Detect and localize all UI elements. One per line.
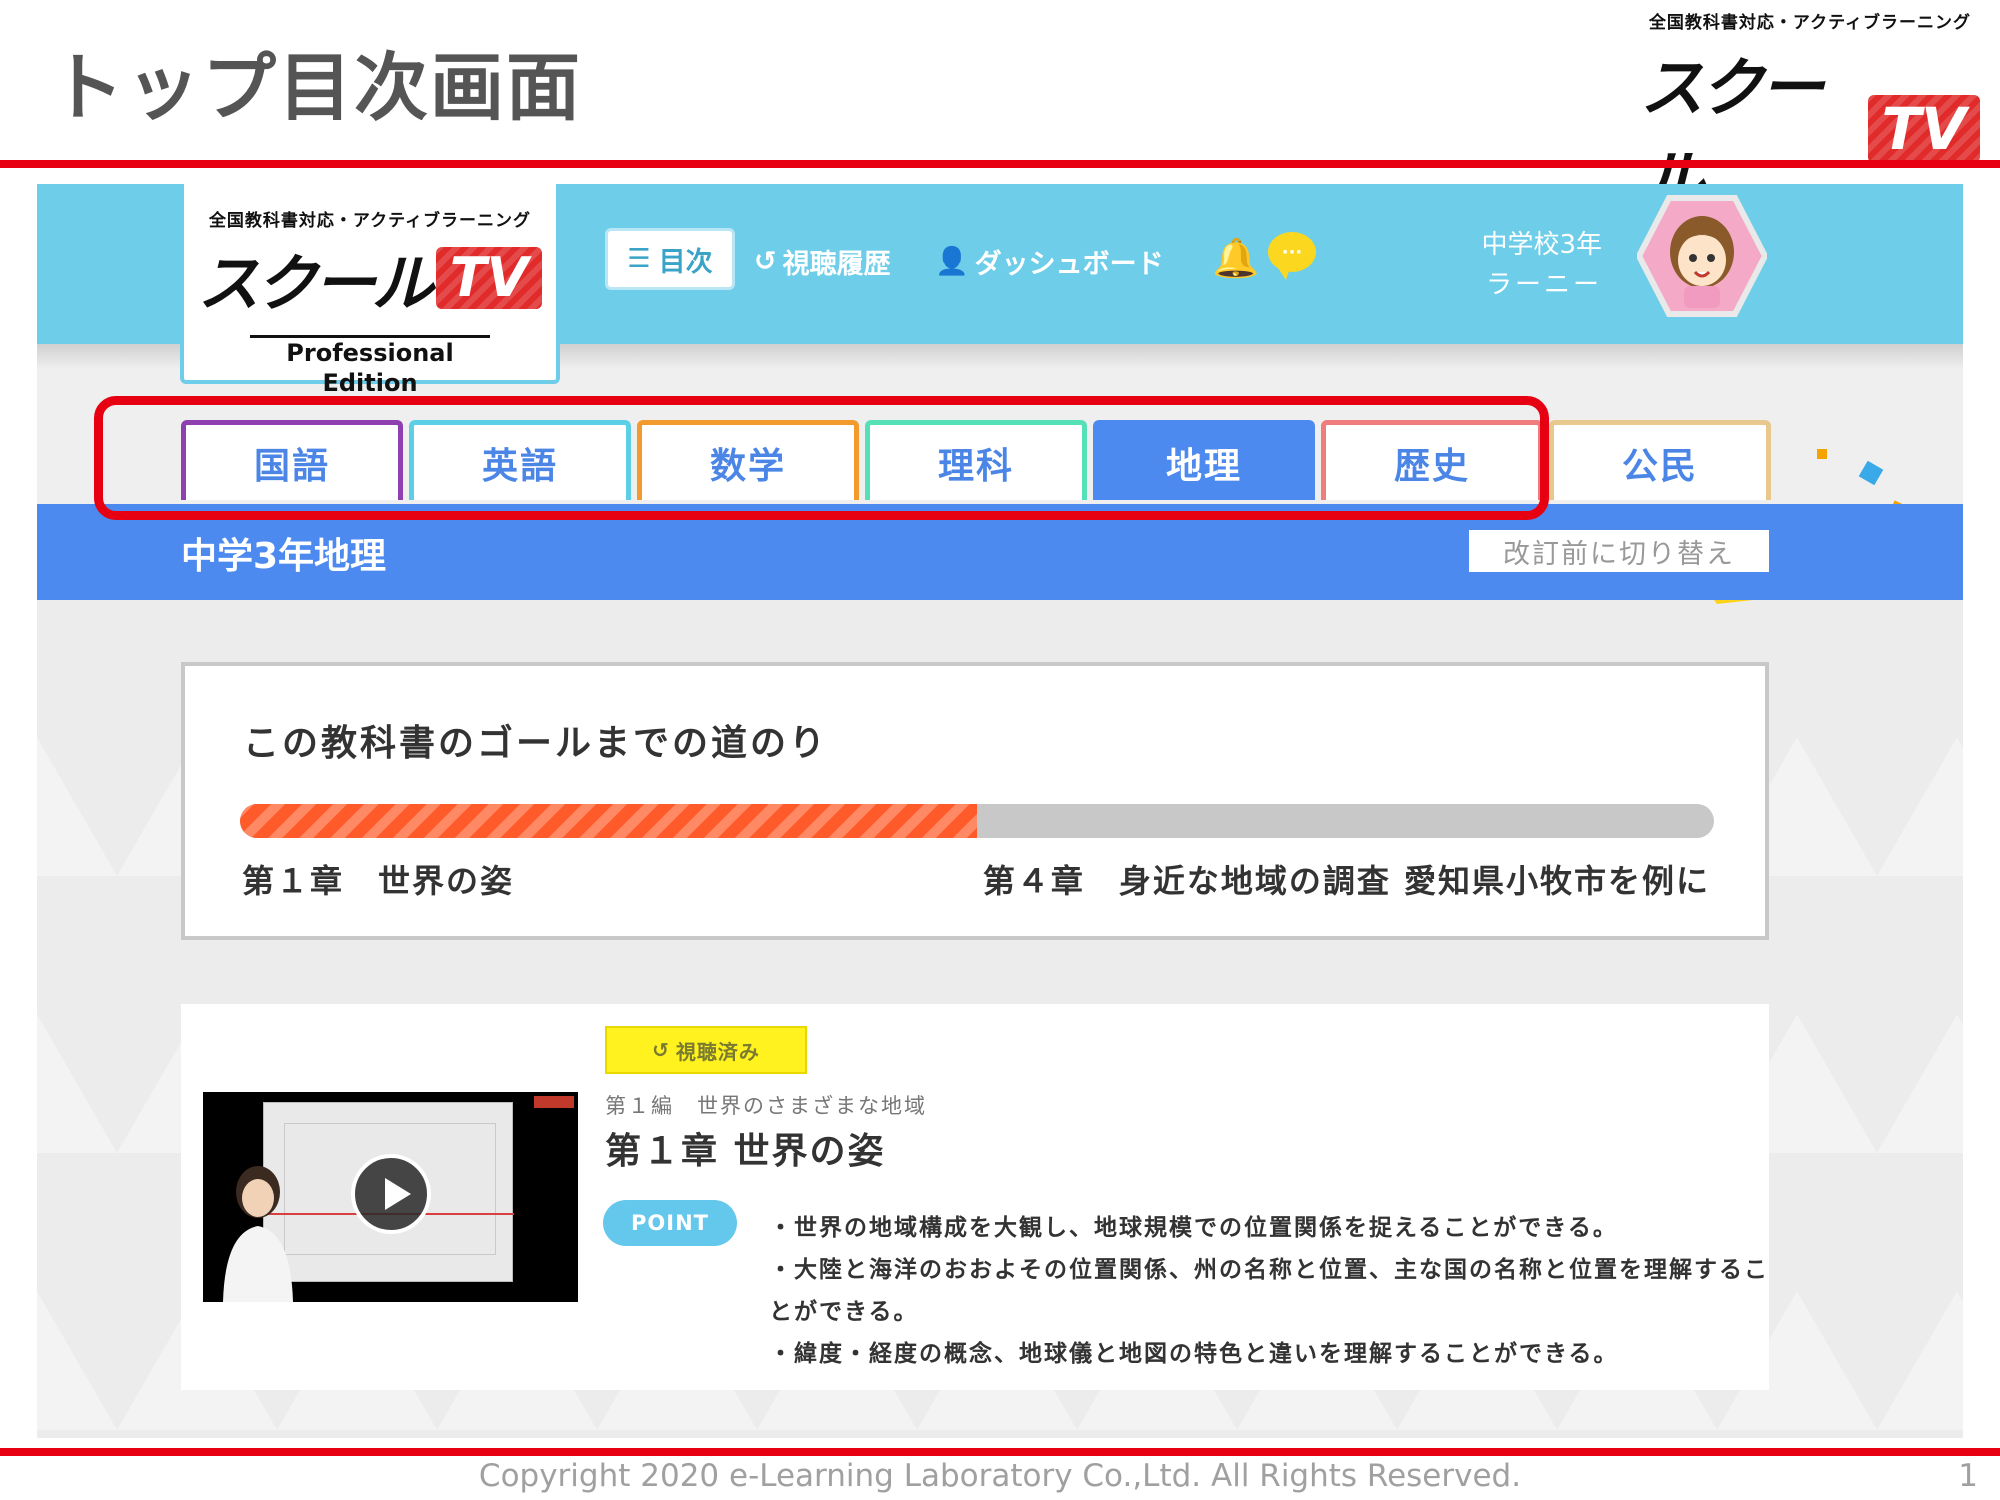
app-screenshot: 全国教科書対応・アクティブラーニング スクール TV Professional …: [37, 184, 1963, 1438]
app-logo[interactable]: 全国教科書対応・アクティブラーニング スクール TV Professional …: [180, 184, 560, 397]
watched-label: 視聴済み: [675, 1039, 760, 1064]
header-divider: [0, 160, 2000, 168]
copyright-text: Copyright 2020 e-Learning Laboratory Co.…: [478, 1458, 1522, 1494]
goal-progress-fill: [240, 804, 977, 838]
user-icon: 👤: [935, 246, 969, 277]
user-grade: 中学校3年: [1481, 230, 1602, 260]
nav-dashboard-label: ダッシュボード: [974, 248, 1164, 280]
point-line: ・緯度・経度の概念、地球儀と地図の特色と違いを理解することができる。: [769, 1341, 1619, 1367]
goal-card: この教科書のゴールまでの道のり 第１章 世界の姿 第４章 身近な地域の調査 愛知…: [181, 662, 1769, 940]
chat-icon[interactable]: ···: [1268, 232, 1316, 280]
avatar[interactable]: [1637, 194, 1767, 318]
play-icon[interactable]: [351, 1154, 431, 1234]
watched-badge: ↺ 視聴済み: [605, 1026, 807, 1074]
app-logo-tagline: 全国教科書対応・アクティブラーニング: [208, 211, 532, 231]
nav-toc-button[interactable]: ☰ 目次: [605, 228, 735, 290]
point-line: ・世界の地域構成を大観し、地球規模での位置関係を捉えることができる。: [769, 1215, 1618, 1241]
page-number: 1: [1958, 1458, 1978, 1494]
lesson-video-thumbnail[interactable]: [203, 1092, 578, 1302]
point-line: ・大陸と海洋のおおよその位置関係、州の名称と位置、主な国の名称と位置を理解するこ: [769, 1257, 1769, 1283]
lesson-section: 第１編 世界のさまざまな地域: [605, 1094, 927, 1118]
lesson-card[interactable]: ↺ 視聴済み 第１編 世界のさまざまな地域 第１章 世界の姿 POINT ・世界…: [181, 1004, 1769, 1390]
tabs-highlight-box: [94, 396, 1549, 520]
replay-icon: ↺: [652, 1038, 670, 1062]
point-line: とができる。: [769, 1299, 919, 1325]
list-icon: ☰: [627, 244, 651, 274]
nav-dashboard-link[interactable]: 👤 ダッシュボード: [935, 230, 1164, 292]
nav-history-link[interactable]: ↺ 視聴履歴: [754, 230, 891, 292]
slide-title: トップ目次画面: [50, 45, 582, 131]
brand-tv: TV: [1867, 95, 1980, 163]
goal-title: この教科書のゴールまでの道のり: [243, 723, 829, 764]
thumbnail-presenter: [223, 1166, 293, 1302]
app-logo-edition: Professional Edition: [250, 335, 490, 398]
goal-start-label: 第１章 世界の姿: [242, 862, 515, 900]
history-icon: ↺: [754, 245, 777, 277]
brand-tagline: 全国教科書対応・アクティブラーニング: [1648, 13, 1972, 33]
thumbnail-badge: [534, 1096, 574, 1108]
nav-history-label: 視聴履歴: [782, 248, 891, 280]
nav-toc-label: 目次: [658, 246, 713, 278]
app-logo-name: スクール: [197, 247, 434, 320]
tab-civics[interactable]: 公民: [1549, 420, 1771, 500]
point-badge: POINT: [603, 1200, 737, 1246]
subject-title: 中学3年地理: [181, 536, 387, 577]
bell-icon[interactable]: 🔔: [1212, 236, 1259, 281]
footer-divider: [0, 1448, 2000, 1456]
brand-logo: 全国教科書対応・アクティブラーニング スクール TV Professional …: [1640, 8, 1980, 303]
lesson-title[interactable]: 第１章 世界の姿: [605, 1122, 886, 1174]
goal-end-label: 第４章 身近な地域の調査 愛知県小牧市を例に: [982, 862, 1710, 900]
goal-progress-bar: [240, 804, 1714, 838]
app-logo-tv: TV: [435, 247, 543, 309]
app-logo-wordmark: スクール TV: [184, 233, 556, 323]
switch-edition-button[interactable]: 改訂前に切り替え: [1469, 530, 1769, 572]
user-name: ラーニー: [1485, 270, 1602, 300]
